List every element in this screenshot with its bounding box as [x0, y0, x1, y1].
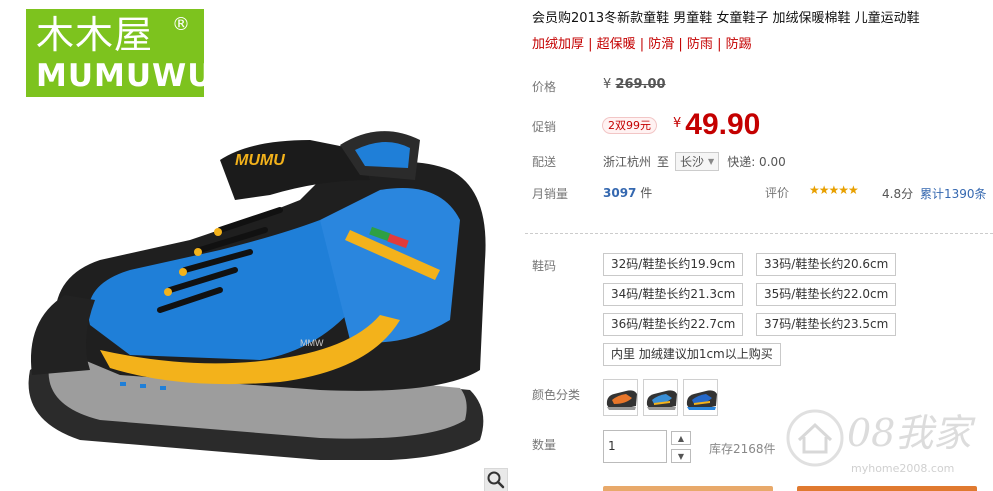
original-price-value: 269.00: [615, 77, 666, 92]
rating-stars-icon: ★★★★★: [809, 183, 859, 197]
destination-value: 长沙: [680, 155, 705, 169]
house-icon: [786, 409, 844, 467]
section-divider: [525, 233, 993, 234]
shipping-origin: 浙江杭州: [603, 155, 652, 169]
sales-unit: 件: [640, 186, 653, 200]
price-label: 价格: [532, 80, 557, 94]
logo-cn-text: 木木屋: [36, 13, 154, 57]
size-option-37[interactable]: 37码/鞋垫长约23.5cm: [756, 313, 897, 336]
logo-registered-mark: ®: [172, 14, 190, 35]
product-gallery: 木木屋 ® MUMUWU MUMU MMW: [0, 0, 515, 491]
magnifier-icon: [487, 471, 505, 489]
currency-symbol: ¥: [603, 77, 612, 92]
quantity-decrease-button[interactable]: ▼: [671, 449, 691, 463]
site-watermark: 08我家 myhome2008.com: [785, 398, 985, 488]
original-price: ¥ 269.00: [603, 77, 666, 92]
shipping-to-text: 至: [657, 155, 670, 169]
svg-text:MMW: MMW: [300, 338, 324, 348]
buy-now-button[interactable]: [603, 486, 773, 491]
color-swatch-blue[interactable]: [643, 379, 678, 416]
color-label: 颜色分类: [532, 388, 581, 402]
rating-label: 评价: [765, 186, 790, 200]
size-option-33[interactable]: 33码/鞋垫长约20.6cm: [756, 253, 897, 276]
promo-label: 促销: [532, 120, 557, 134]
zoom-button[interactable]: [484, 468, 508, 491]
quantity-input[interactable]: 1: [603, 430, 667, 463]
watermark-url: myhome2008.com: [851, 462, 955, 475]
svg-text:MUMU: MUMU: [235, 152, 285, 169]
sales-count: 3097: [603, 186, 637, 200]
review-count-link[interactable]: 累计1390条: [920, 185, 987, 202]
product-image-shoe[interactable]: MUMU MMW: [20, 120, 500, 460]
watermark-text: 08我家: [847, 411, 972, 455]
color-swatch-navy[interactable]: [683, 379, 718, 416]
promo-price: ¥49.90: [673, 108, 760, 142]
logo-en-text: MUMUWU: [36, 58, 214, 94]
monthly-sales: 3097 件: [603, 184, 652, 201]
destination-select[interactable]: 长沙 ▼: [675, 152, 720, 171]
size-option-34[interactable]: 34码/鞋垫长约21.3cm: [603, 283, 744, 306]
product-title: 会员购2013冬新款童鞋 男童鞋 女童鞋子 加绒保暖棉鞋 儿童运动鞋: [532, 11, 920, 26]
color-swatch-orange[interactable]: [603, 379, 638, 416]
stock-count: 库存2168件: [709, 442, 776, 456]
shipping-label: 配送: [532, 155, 557, 169]
chevron-up-icon: ▲: [677, 433, 685, 443]
brand-logo: 木木屋 ® MUMUWU: [26, 9, 212, 97]
product-subtitle: 加绒加厚 | 超保暖 | 防滑 | 防雨 | 防踢: [532, 37, 752, 52]
quantity-label: 数量: [532, 438, 557, 452]
size-label: 鞋码: [532, 259, 557, 273]
size-option-32[interactable]: 32码/鞋垫长约19.9cm: [603, 253, 744, 276]
rating-score: 4.8分: [882, 187, 914, 201]
chevron-down-icon: ▼: [677, 451, 685, 461]
size-option-35[interactable]: 35码/鞋垫长约22.0cm: [756, 283, 897, 306]
promo-price-value: 49.90: [685, 108, 761, 141]
sales-label: 月销量: [532, 187, 569, 201]
promo-currency-symbol: ¥: [673, 116, 682, 131]
shoe-thumbnail-icon: [606, 390, 637, 410]
size-option-36[interactable]: 36码/鞋垫长约22.7cm: [603, 313, 744, 336]
promo-tag-badge[interactable]: 2双99元: [602, 117, 657, 134]
shipping-fee: 快递: 0.00: [727, 155, 786, 169]
shipping-info: 浙江杭州 至 长沙 ▼ 快递: 0.00: [603, 152, 786, 171]
shoe-thumbnail-icon: [646, 390, 677, 410]
quantity-increase-button[interactable]: ▲: [671, 431, 691, 445]
shoe-thumbnail-icon: [686, 390, 717, 410]
color-swatches: [603, 379, 718, 416]
size-option-note[interactable]: 内里 加绒建议加1cm以上购买: [603, 343, 781, 366]
chevron-down-icon: ▼: [708, 157, 715, 166]
